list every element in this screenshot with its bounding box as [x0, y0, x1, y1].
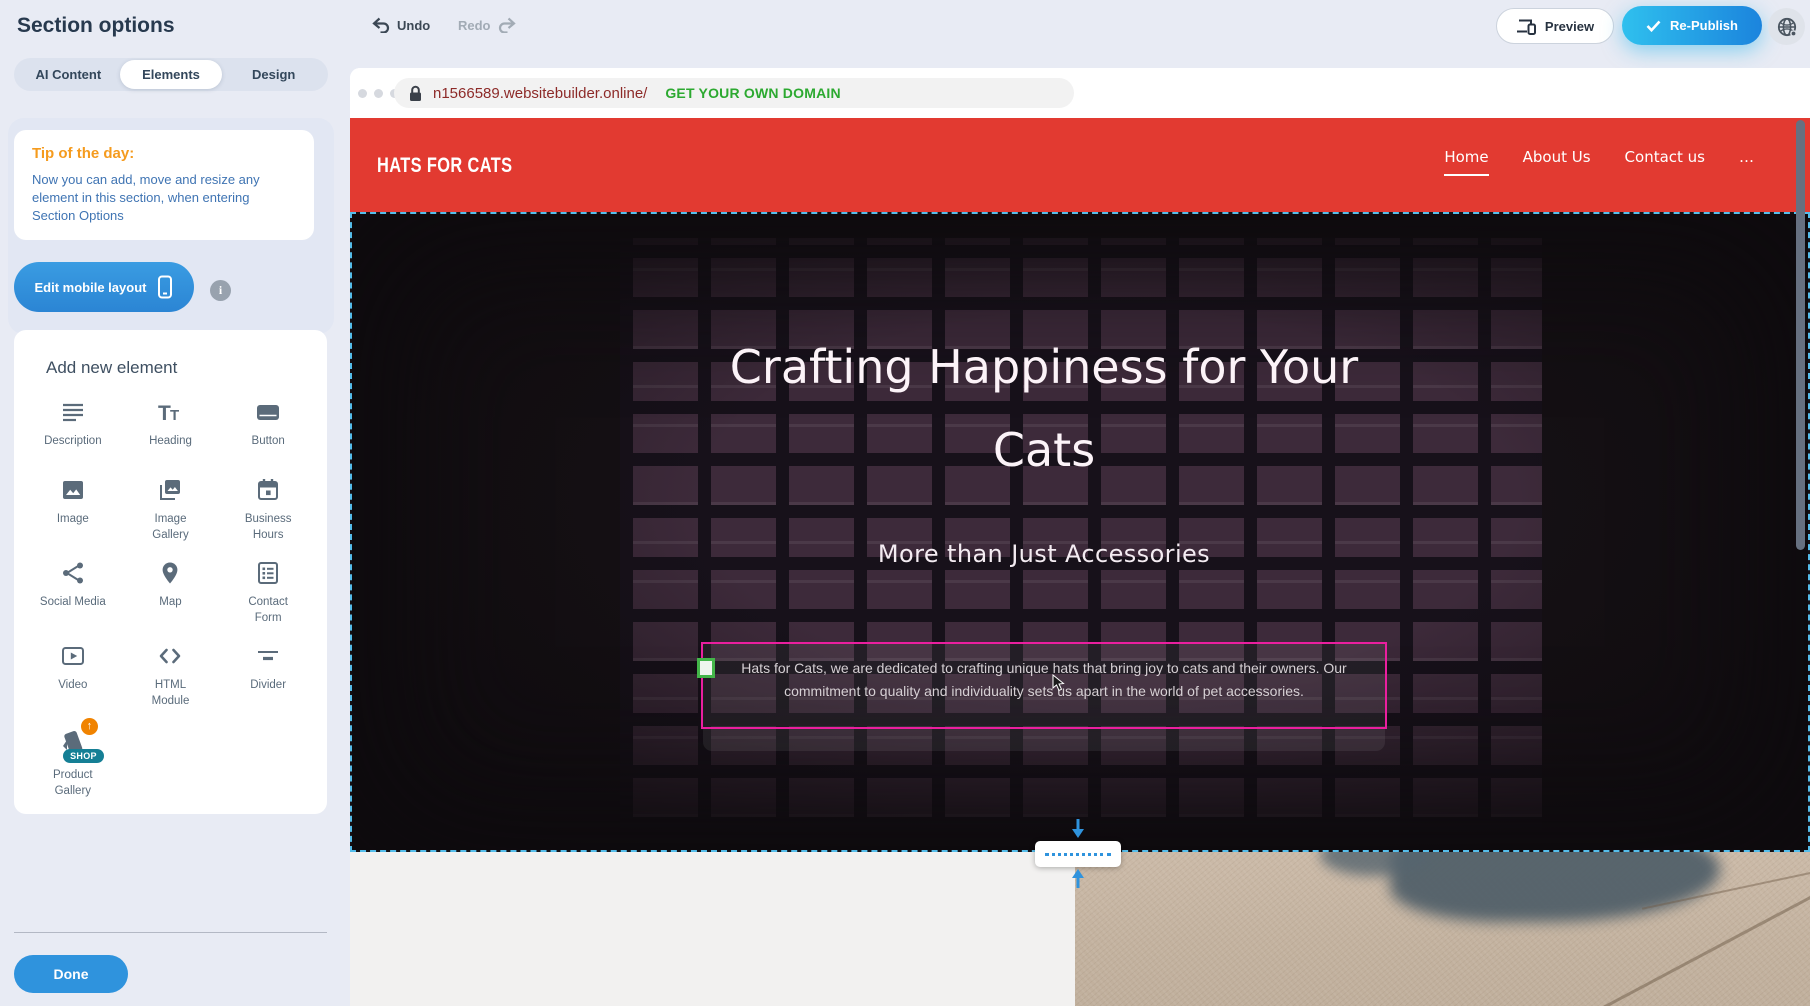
- element-social-media[interactable]: Social Media: [24, 559, 122, 626]
- browser-dot: [358, 89, 367, 98]
- sidebar-divider: [14, 932, 327, 933]
- html-module-icon: [156, 642, 184, 670]
- element-divider[interactable]: Divider: [219, 642, 317, 709]
- pavement-image: [1075, 852, 1810, 1006]
- element-description[interactable]: Description: [24, 398, 122, 460]
- nav-more-menu[interactable]: …: [1739, 148, 1754, 176]
- page-title: Section options: [17, 14, 175, 38]
- mobile-phone-icon: [157, 275, 173, 299]
- heading-icon: TT: [156, 398, 184, 426]
- redo-icon: [498, 17, 516, 33]
- hero-heading[interactable]: Crafting Happiness for Your Cats: [674, 326, 1414, 492]
- preview-label: Preview: [1545, 19, 1594, 34]
- sidebar-tab-bar: AI Content Elements Design: [14, 58, 328, 91]
- done-button[interactable]: Done: [14, 955, 128, 993]
- hero-description[interactable]: Hats for Cats, we are dedicated to craft…: [703, 644, 1385, 703]
- element-heading[interactable]: TT Heading: [122, 398, 220, 460]
- address-bar[interactable]: n1566589.websitebuilder.online/ GET YOUR…: [394, 78, 1074, 108]
- redo-label: Redo: [458, 18, 491, 33]
- description-element-selected[interactable]: Hats for Cats, we are dedicated to craft…: [701, 642, 1387, 729]
- undo-icon: [372, 17, 390, 33]
- tab-elements[interactable]: Elements: [120, 60, 223, 89]
- element-image[interactable]: Image: [24, 476, 122, 543]
- globe-icon: [1776, 16, 1798, 38]
- image-icon: [59, 476, 87, 504]
- product-gallery-icon: ↑ SHOP: [56, 726, 90, 760]
- description-icon: [59, 398, 87, 426]
- element-image-gallery[interactable]: Image Gallery: [122, 476, 220, 543]
- preview-scrollbar[interactable]: [1796, 120, 1805, 550]
- element-map[interactable]: Map: [122, 559, 220, 626]
- devices-icon: [1516, 18, 1536, 35]
- upgrade-badge-icon: ↑: [81, 718, 98, 735]
- preview-button[interactable]: Preview: [1496, 8, 1614, 44]
- lock-icon: [408, 85, 423, 102]
- add-new-element-panel: Add new element Description TT Heading B…: [14, 330, 327, 814]
- tip-of-the-day-card: Tip of the day: Now you can add, move an…: [14, 130, 314, 240]
- svg-text:T: T: [170, 407, 179, 424]
- browser-dot: [374, 89, 383, 98]
- social-media-icon: [59, 559, 87, 587]
- nav-contact-us[interactable]: Contact us: [1625, 148, 1705, 176]
- site-header: HATS FOR CATS Home About Us Contact us …: [350, 118, 1810, 212]
- redo-button[interactable]: Redo: [458, 17, 516, 33]
- site-nav: Home About Us Contact us …: [1444, 148, 1754, 176]
- add-new-element-title: Add new element: [46, 358, 317, 378]
- site-url[interactable]: n1566589.websitebuilder.online/: [433, 85, 647, 102]
- business-hours-icon: [254, 476, 282, 504]
- element-drag-handle[interactable]: [697, 658, 715, 678]
- description-hover-glow: [703, 729, 1385, 751]
- element-product-gallery[interactable]: ↑ SHOP Product Gallery: [24, 726, 122, 799]
- section-resize-handle[interactable]: [1035, 841, 1121, 867]
- undo-label: Undo: [397, 18, 430, 33]
- contact-form-icon: [254, 559, 282, 587]
- element-button[interactable]: Button: [219, 398, 317, 460]
- check-icon: [1646, 20, 1661, 32]
- globe-button[interactable]: [1768, 8, 1805, 45]
- video-icon: [59, 642, 87, 670]
- info-icon[interactable]: i: [210, 280, 231, 301]
- edit-mobile-label: Edit mobile layout: [35, 280, 147, 295]
- shop-badge: SHOP: [63, 749, 104, 763]
- image-gallery-icon: [156, 476, 184, 504]
- element-grid: Description TT Heading Button Image: [24, 398, 317, 799]
- undo-button[interactable]: Undo: [372, 17, 430, 33]
- republish-button[interactable]: Re-Publish: [1622, 6, 1762, 45]
- get-domain-link[interactable]: GET YOUR OWN DOMAIN: [665, 85, 840, 101]
- map-icon: [156, 559, 184, 587]
- republish-label: Re-Publish: [1670, 18, 1738, 33]
- site-preview-window: n1566589.websitebuilder.online/ GET YOUR…: [350, 68, 1810, 1006]
- tab-design[interactable]: Design: [222, 60, 325, 89]
- resize-arrow-up-icon: [1070, 868, 1086, 888]
- editor-page: Section options AI Content Elements Desi…: [0, 0, 1810, 1006]
- mouse-cursor-icon: [1052, 674, 1065, 692]
- element-business-hours[interactable]: Business Hours: [219, 476, 317, 543]
- resize-arrow-down-icon: [1070, 819, 1086, 839]
- element-html-module[interactable]: HTML Module: [122, 642, 220, 709]
- element-contact-form[interactable]: Contact Form: [219, 559, 317, 626]
- divider-icon: [254, 642, 282, 670]
- browser-traffic-dots: [358, 89, 399, 98]
- tab-ai-content[interactable]: AI Content: [17, 60, 120, 89]
- button-icon: [254, 398, 282, 426]
- hero-vignette: [352, 214, 1808, 850]
- nav-home[interactable]: Home: [1444, 148, 1488, 176]
- browser-chrome: n1566589.websitebuilder.online/ GET YOUR…: [350, 68, 1810, 118]
- nav-about-us[interactable]: About Us: [1523, 148, 1591, 176]
- site-logo[interactable]: HATS FOR CATS: [377, 154, 513, 178]
- tip-title: Tip of the day:: [32, 145, 296, 162]
- resize-dotted-line: [1045, 853, 1111, 856]
- hero-section-selected[interactable]: Crafting Happiness for Your Cats More th…: [350, 212, 1810, 852]
- element-video[interactable]: Video: [24, 642, 122, 709]
- edit-mobile-layout-button[interactable]: Edit mobile layout: [14, 262, 194, 312]
- tip-body: Now you can add, move and resize any ele…: [32, 171, 296, 225]
- hero-subheading[interactable]: More than Just Accessories: [674, 540, 1414, 568]
